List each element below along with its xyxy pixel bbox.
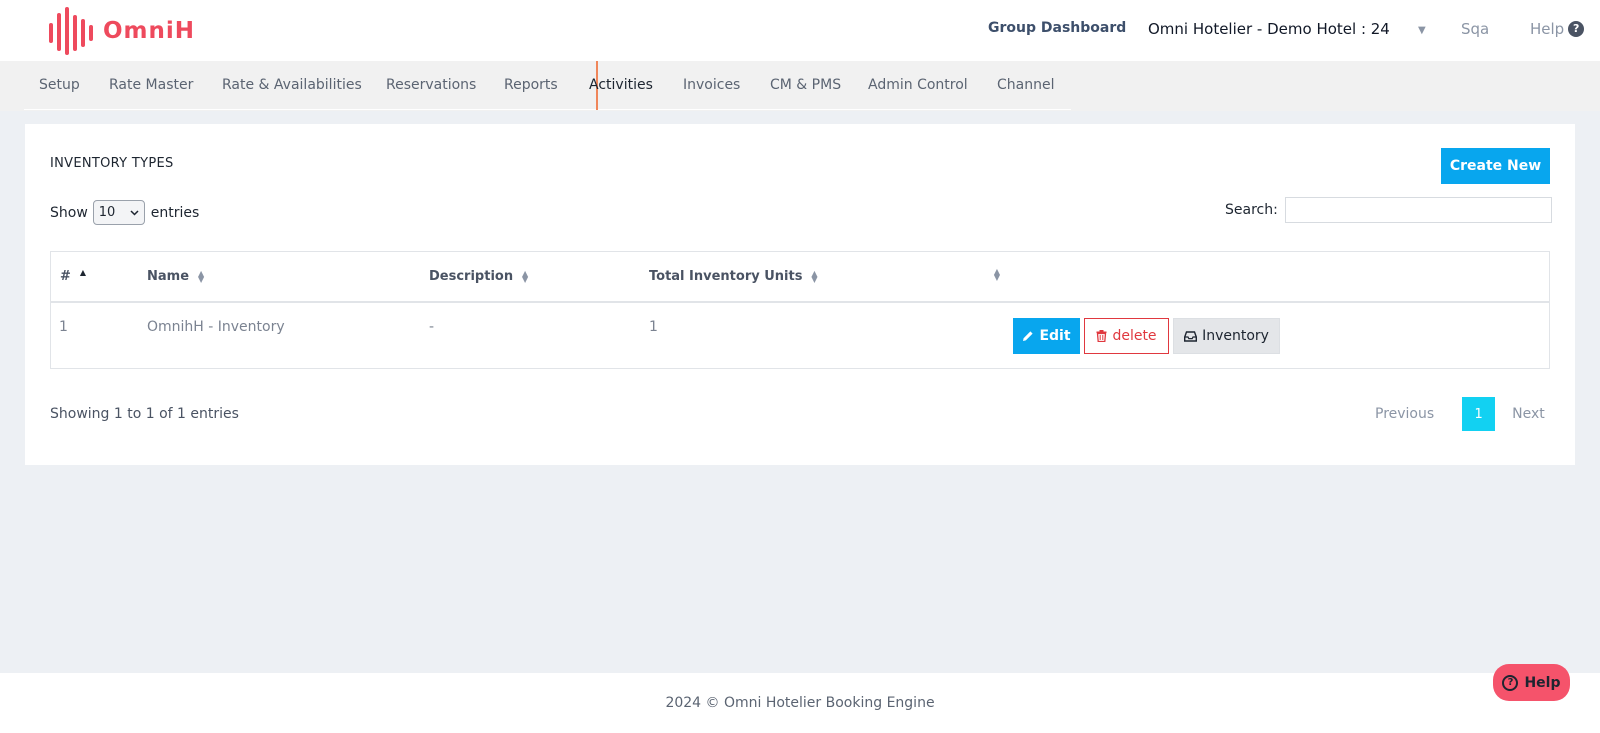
nav-item-setup[interactable]: Setup xyxy=(39,77,80,93)
top-header: OmniH Group Dashboard Omni Hotelier - De… xyxy=(0,0,1600,61)
table-header: # ▲ Name ▲ ▼ Description ▲ ▼ Total Invento… xyxy=(51,252,1549,303)
search-label: Search: xyxy=(1225,202,1278,218)
pagination-page-1[interactable]: 1 xyxy=(1462,397,1496,431)
sort-icon: ▲ ▼ xyxy=(811,268,818,284)
create-new-button[interactable]: Create New xyxy=(1441,148,1550,184)
user-menu[interactable]: Sqa xyxy=(1461,20,1489,38)
nav-item-reports[interactable]: Reports xyxy=(504,77,558,93)
brand-name: OmniH xyxy=(103,18,196,44)
help-link-label: Help xyxy=(1530,20,1565,38)
pagination: Previous 1 Next xyxy=(1375,397,1545,431)
entries-label: entries xyxy=(150,204,200,221)
nav-item-rate-availabilities[interactable]: Rate & Availabilities xyxy=(222,77,362,93)
sort-icon: ▲ ▼ xyxy=(197,268,205,284)
nav-item-rate-master[interactable]: Rate Master xyxy=(109,77,193,93)
nav-item-reservations[interactable]: Reservations xyxy=(386,77,476,93)
pagination-previous[interactable]: Previous xyxy=(1375,406,1434,422)
brand-logo[interactable]: OmniH xyxy=(49,7,195,55)
nav-item-cm-pms[interactable]: CM & PMS xyxy=(770,77,841,93)
omnih-logo-icon xyxy=(49,7,93,55)
column-header-total-inventory-units[interactable]: Total Inventory Units ▲ ▼ xyxy=(649,269,818,284)
edit-button[interactable]: Edit xyxy=(1013,318,1080,354)
hotel-selector[interactable]: Omni Hotelier - Demo Hotel : 24 xyxy=(1148,20,1390,38)
inventory-button[interactable]: Inventory xyxy=(1173,318,1280,354)
page-title: INVENTORY TYPES xyxy=(50,156,174,171)
column-header-number[interactable]: # ▲ xyxy=(60,267,87,284)
nav-inner: Setup Rate Master Rate & Availabilities … xyxy=(24,61,1071,110)
entries-select-value: 10 xyxy=(98,205,116,220)
delete-button[interactable]: delete xyxy=(1084,318,1169,354)
table-row: 1 OmnihH - Inventory - 1 Edit delete Inv… xyxy=(51,303,1549,369)
cell-total-units: 1 xyxy=(649,319,658,335)
column-header-description[interactable]: Description ▲ ▼ xyxy=(429,269,529,284)
page-footer: 2024 © Omni Hotelier Booking Engine xyxy=(0,673,1600,733)
question-icon: ? xyxy=(1568,21,1585,37)
inventory-types-table: # ▲ Name ▲ ▼ Description ▲ ▼ Total Invento… xyxy=(50,251,1550,369)
search-control: Search: xyxy=(1225,197,1552,223)
nav-item-channel[interactable]: Channel xyxy=(997,77,1054,93)
pagination-next[interactable]: Next xyxy=(1512,406,1545,422)
trash-icon xyxy=(1096,330,1107,342)
column-header-actions[interactable]: ▲ ▼ xyxy=(993,267,1001,282)
question-icon: ? xyxy=(1502,674,1519,691)
inventory-types-card: INVENTORY TYPES Create New Show 10 entri… xyxy=(25,124,1575,465)
show-label: Show xyxy=(50,204,88,221)
cell-description: - xyxy=(429,319,435,335)
inbox-icon xyxy=(1184,330,1198,342)
column-header-name[interactable]: Name ▲ ▼ xyxy=(147,269,205,284)
table-info: Showing 1 to 1 of 1 entries xyxy=(50,406,239,422)
search-input[interactable] xyxy=(1284,197,1552,223)
cell-name: OmnihH - Inventory xyxy=(147,319,285,335)
cell-number: 1 xyxy=(59,319,68,335)
footer-copyright: 2024 © Omni Hotelier Booking Engine xyxy=(665,695,935,711)
chevron-down-icon xyxy=(130,209,139,216)
sort-icon: ▲ ▼ xyxy=(522,268,529,284)
help-link[interactable]: Help ? xyxy=(1530,20,1585,38)
sort-asc-icon: ▲ xyxy=(79,267,86,277)
nav-item-admin-control[interactable]: Admin Control xyxy=(868,77,968,93)
group-dashboard-link[interactable]: Group Dashboard xyxy=(988,20,1126,36)
nav-item-invoices[interactable]: Invoices xyxy=(683,77,740,93)
entries-select[interactable]: 10 xyxy=(92,200,145,225)
floating-help-button[interactable]: ? Help xyxy=(1493,664,1570,701)
entries-length-control: Show 10 entries xyxy=(50,200,199,225)
main-nav: Setup Rate Master Rate & Availabilities … xyxy=(0,61,1600,111)
nav-item-activities[interactable]: Activities xyxy=(589,77,653,93)
pencil-icon xyxy=(1022,330,1034,342)
sort-icon: ▲ ▼ xyxy=(993,267,1001,282)
chevron-down-icon[interactable]: ▼ xyxy=(1418,25,1426,36)
